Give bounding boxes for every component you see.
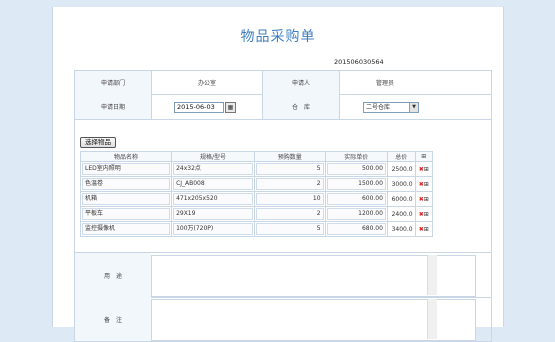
calendar-icon[interactable]: ▦ [225, 102, 236, 113]
warehouse-label: 仓 库 [263, 94, 339, 119]
applicant-label: 申请人 [263, 71, 339, 94]
warehouse-selected-value: 二号仓库 [366, 104, 391, 111]
item-spec-field[interactable]: 100万(720P) [173, 223, 253, 235]
item-price-field[interactable]: 600.00 [326, 193, 386, 205]
select-items-button[interactable]: 选择物品 [80, 137, 116, 148]
item-name-field[interactable]: 平板车 [82, 208, 171, 220]
item-spec-field[interactable]: 24x32点 [173, 163, 253, 175]
dept-label: 申请部门 [75, 71, 151, 94]
add-row-icon[interactable]: ⊞ [424, 211, 429, 218]
item-total: 2500.0 [386, 161, 416, 177]
table-row: 机箱 471x205x520 10 600.00 6000.0 ✖⊞ [79, 191, 434, 207]
item-qty-field[interactable]: 2 [255, 208, 324, 220]
warehouse-select[interactable]: 二号仓库 ▼ [363, 102, 419, 113]
date-label: 申请日期 [75, 94, 151, 119]
item-spec-field[interactable]: CJ_AB008 [173, 178, 253, 190]
purchase-form-sheet: 物品采购单 201506030564 申请部门 办公室 申请人 管理员 申请日期… [52, 7, 504, 342]
add-row-icon[interactable]: ⊞ [424, 181, 429, 188]
chevron-down-icon[interactable]: ▼ [409, 103, 418, 112]
add-row-icon[interactable]: ⊞ [424, 196, 429, 203]
item-total: 3000.0 [386, 176, 416, 192]
item-name-field[interactable]: 机箱 [82, 193, 171, 205]
form-frame: 申请部门 办公室 申请人 管理员 申请日期 仓 库 2015-06-03 ▦ 二… [74, 70, 492, 342]
date-input[interactable]: 2015-06-03 [174, 102, 224, 113]
col-qty: 预购数量 [253, 151, 326, 162]
table-row: 色温卷 CJ_AB008 2 1500.00 3000.0 ✖⊞ [79, 176, 434, 192]
items-table: 物品名称 规格/型号 预购数量 实际单价 总价 ⊞ LED室内照明 24x32点 5… [79, 151, 434, 237]
applicant-value: 管理员 [375, 80, 394, 87]
purpose-label: 用 途 [75, 253, 151, 297]
item-price-field[interactable]: 1200.00 [326, 208, 386, 220]
header-row-2: 申请日期 仓 库 [75, 94, 491, 120]
item-total: 6000.0 [386, 191, 416, 207]
remark-label: 备 注 [75, 297, 151, 341]
col-spec: 规格/型号 [171, 151, 255, 162]
item-price-field[interactable]: 500.00 [326, 163, 386, 175]
remark-scrollbar[interactable] [427, 299, 437, 339]
item-price-field[interactable]: 680.00 [326, 223, 386, 235]
item-name-field[interactable]: 色温卷 [82, 178, 171, 190]
add-row-icon[interactable]: ⊞ [424, 166, 429, 173]
purpose-row: 用 途 [75, 252, 491, 298]
item-total: 2400.0 [386, 206, 416, 222]
table-row: 平板车 29X19 2 1200.00 2400.0 ✖⊞ [79, 206, 434, 222]
item-spec-field[interactable]: 29X19 [173, 208, 253, 220]
header-row-1: 申请部门 办公室 申请人 管理员 [75, 71, 491, 95]
add-row-icon[interactable]: ⊞ [424, 226, 429, 233]
items-header-row: 物品名称 规格/型号 预购数量 实际单价 总价 ⊞ [79, 151, 434, 162]
purpose-scrollbar[interactable] [427, 255, 437, 295]
item-qty-field[interactable]: 5 [255, 163, 324, 175]
col-total: 总价 [386, 151, 416, 162]
item-name-field[interactable]: 监控摄像机 [82, 223, 171, 235]
add-row-icon[interactable]: ⊞ [414, 151, 434, 162]
item-price-field[interactable]: 1500.00 [326, 178, 386, 190]
col-name: 物品名称 [79, 151, 173, 162]
item-total: 3400.0 [386, 221, 416, 237]
page-title: 物品采购单 [240, 29, 316, 45]
document-number: 201506030564 [334, 58, 384, 66]
remark-row: 备 注 [75, 297, 491, 341]
table-row: LED室内照明 24x32点 5 500.00 2500.0 ✖⊞ [79, 161, 434, 177]
item-spec-field[interactable]: 471x205x520 [173, 193, 253, 205]
dept-value: 办公室 [197, 80, 216, 87]
item-name-field[interactable]: LED室内照明 [82, 163, 171, 175]
item-qty-field[interactable]: 10 [255, 193, 324, 205]
table-row: 监控摄像机 100万(720P) 5 680.00 3400.0 ✖⊞ [79, 221, 434, 237]
col-price: 实际单价 [324, 151, 388, 162]
item-qty-field[interactable]: 2 [255, 178, 324, 190]
item-qty-field[interactable]: 5 [255, 223, 324, 235]
